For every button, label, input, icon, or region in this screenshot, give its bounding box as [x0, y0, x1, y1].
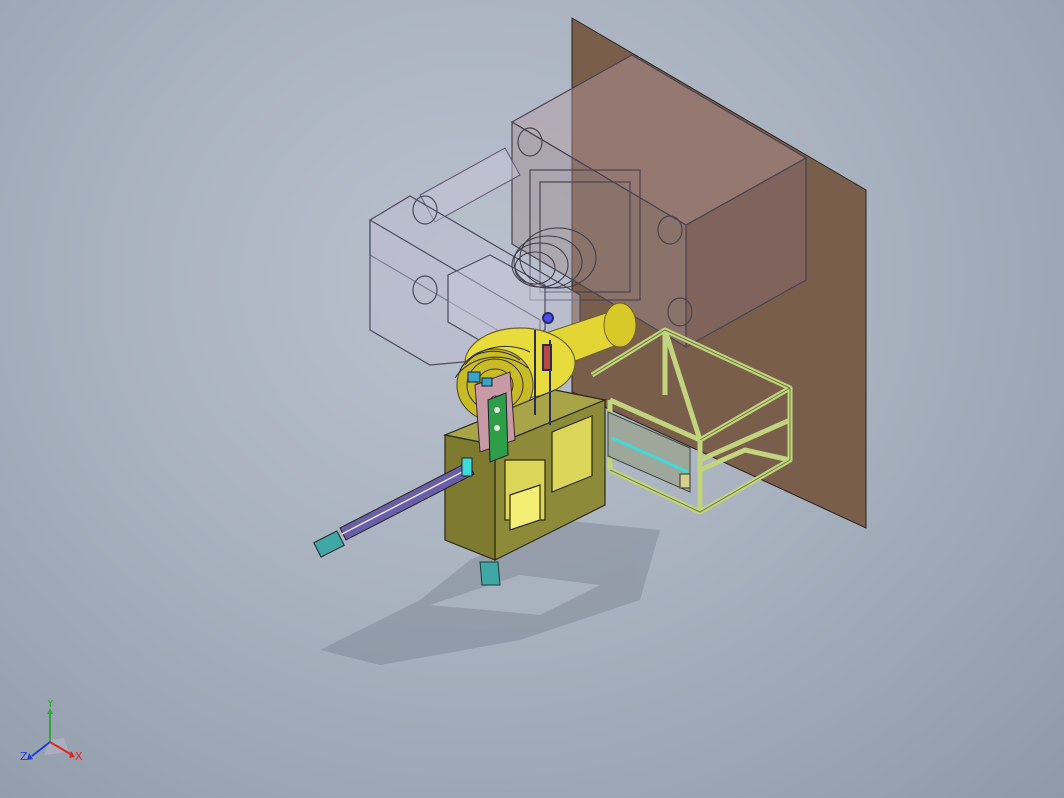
carriage-foot	[479, 561, 501, 586]
sensor-bracket[interactable]	[487, 392, 509, 463]
triad-z-label: Z	[20, 750, 28, 763]
triad-y-label: Y	[46, 700, 54, 710]
cad-3d-viewport[interactable]	[0, 0, 1064, 798]
triad-x-label: X	[75, 750, 83, 763]
view-orientation-triad[interactable]: Y X Z	[14, 700, 94, 780]
triad-z-arrow-icon	[27, 753, 33, 760]
